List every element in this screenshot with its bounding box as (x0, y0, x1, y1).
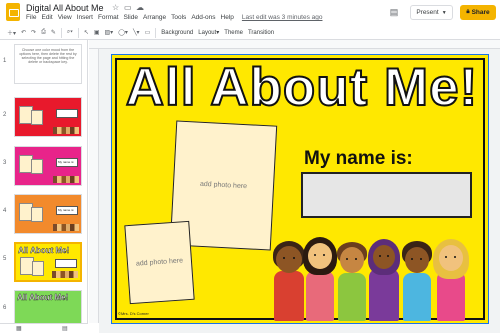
slide-thumbnail-1[interactable]: Choose one color mood from the options h… (14, 44, 82, 84)
menu-insert[interactable]: Insert (77, 14, 93, 21)
toolbar-divider (60, 27, 62, 38)
slide-thumbnail-4[interactable]: My name is: (14, 194, 82, 234)
slide-number: 2 (3, 112, 7, 118)
slide-number: 1 (3, 58, 7, 64)
instructions-text: Choose one color mood from the options h… (19, 48, 77, 64)
folder-icon[interactable]: ▭ (124, 3, 132, 12)
name-box: My name is: (56, 206, 78, 215)
menu-view[interactable]: View (58, 14, 72, 21)
toolbar-divider (155, 27, 157, 38)
print-icon[interactable]: ⎙ (41, 29, 46, 36)
share-button[interactable]: 🔒︎ Share (460, 5, 496, 20)
redo-icon[interactable]: ↷ (31, 29, 36, 36)
present-button[interactable]: Present ▼ (410, 5, 453, 20)
photo-placeholder-text: add photo here (199, 180, 248, 191)
menu-help[interactable]: Help (221, 14, 234, 21)
menu-bar: File Edit View Insert Format Slide Arran… (26, 14, 322, 21)
filmstrip-view-icon[interactable]: ▤ (62, 325, 68, 332)
slides-logo-icon[interactable] (6, 3, 20, 21)
thumbnail-title: All About Me! (17, 293, 69, 302)
lock-icon: 🔒︎ (466, 9, 470, 15)
thumbnail-title: All About Me! (18, 246, 70, 255)
menu-slide[interactable]: Slide (124, 14, 138, 21)
transition-button[interactable]: Transition (248, 30, 274, 36)
name-box: My name is: (56, 158, 78, 167)
slide-number: 6 (3, 305, 7, 311)
slide-number: 3 (3, 160, 7, 166)
copyright-credit: ©Mrs. D's Corner (118, 311, 149, 316)
slide-number: 5 (3, 256, 7, 262)
kid-figure-3 (334, 241, 370, 321)
cloud-icon: ☁ (136, 3, 144, 12)
image-icon[interactable]: ▨▾ (105, 29, 114, 36)
horizontal-ruler (89, 40, 500, 49)
photo-placeholder-text: add photo here (135, 257, 184, 268)
menu-format[interactable]: Format (98, 14, 119, 21)
menu-arrange[interactable]: Arrange (143, 14, 166, 21)
slide-title[interactable]: All About Me! (124, 57, 480, 118)
menu-add-ons[interactable]: Add-ons (191, 14, 215, 21)
kid-figure-4 (366, 239, 402, 321)
kids-illustration (53, 127, 79, 134)
last-edit-link[interactable]: Last edit was 3 minutes ago (242, 14, 323, 21)
document-title[interactable]: Digital All About Me (26, 3, 104, 13)
chevron-down-icon: ▼ (441, 9, 447, 16)
photo-placeholder (32, 261, 44, 276)
slide-thumbnail-6[interactable]: All About Me! (14, 290, 82, 323)
kids-illustration (53, 176, 79, 183)
layout-button[interactable]: Layout▾ (198, 29, 219, 36)
slide-thumbnail-5[interactable]: All About Me! (14, 242, 82, 282)
background-button[interactable]: Background (161, 30, 193, 36)
slide-number: 4 (3, 208, 7, 214)
kids-illustration (53, 224, 79, 231)
shape-icon[interactable]: ◯▾ (118, 29, 128, 36)
photo-placeholder-small[interactable]: add photo here (124, 220, 195, 305)
undo-icon[interactable]: ↶ (21, 29, 26, 36)
photo-placeholder (31, 110, 43, 125)
photo-placeholder (31, 207, 43, 222)
select-icon[interactable]: ↖ (84, 29, 89, 36)
menu-file[interactable]: File (26, 14, 36, 21)
comment-add-icon[interactable]: ▭ (145, 29, 151, 36)
name-box (55, 259, 77, 268)
share-label: Share (471, 9, 490, 16)
menu-tools[interactable]: Tools (171, 14, 186, 21)
vertical-ruler (89, 40, 99, 323)
theme-button[interactable]: Theme (224, 30, 243, 36)
line-icon[interactable]: ╲▾ (133, 29, 140, 36)
kid-figure-2 (302, 237, 338, 321)
present-label: Present (416, 9, 439, 16)
kid-figure-6 (432, 239, 470, 321)
new-slide-icon[interactable]: ＋▾ (7, 28, 16, 37)
comment-history-icon[interactable]: ▤ (388, 5, 400, 20)
app-header: Digital All About Me ☆ ▭ ☁ File Edit Vie… (0, 0, 500, 26)
paint-format-icon[interactable]: ✎ (51, 29, 56, 36)
slide-thumbnail-2[interactable] (14, 97, 82, 137)
slide-thumbnail-3[interactable]: My name is: (14, 146, 82, 186)
zoom-icon[interactable]: ⌕▾ (67, 29, 73, 36)
kid-figure-5 (399, 241, 435, 321)
slide-canvas[interactable]: All About Me! add photo here add photo h… (111, 54, 489, 324)
name-input-box[interactable] (301, 172, 472, 218)
view-toggle-bar: ▦ ▤ (0, 323, 88, 333)
star-icon[interactable]: ☆ (112, 3, 119, 12)
text-box-icon[interactable]: ▣ (94, 29, 100, 36)
name-label: My name is: (304, 148, 413, 169)
photo-placeholder (31, 159, 43, 174)
name-box (56, 109, 78, 118)
menu-edit[interactable]: Edit (41, 14, 52, 21)
grid-view-icon[interactable]: ▦ (16, 325, 22, 332)
toolbar-divider (77, 27, 79, 38)
toolbar: ＋▾ ↶ ↷ ⎙ ✎ ⌕▾ ↖ ▣ ▨▾ ◯▾ ╲▾ ▭ Background … (0, 26, 500, 40)
kids-illustration (52, 271, 78, 278)
slide-filmstrip[interactable]: 1 Choose one color mood from the options… (0, 40, 88, 323)
